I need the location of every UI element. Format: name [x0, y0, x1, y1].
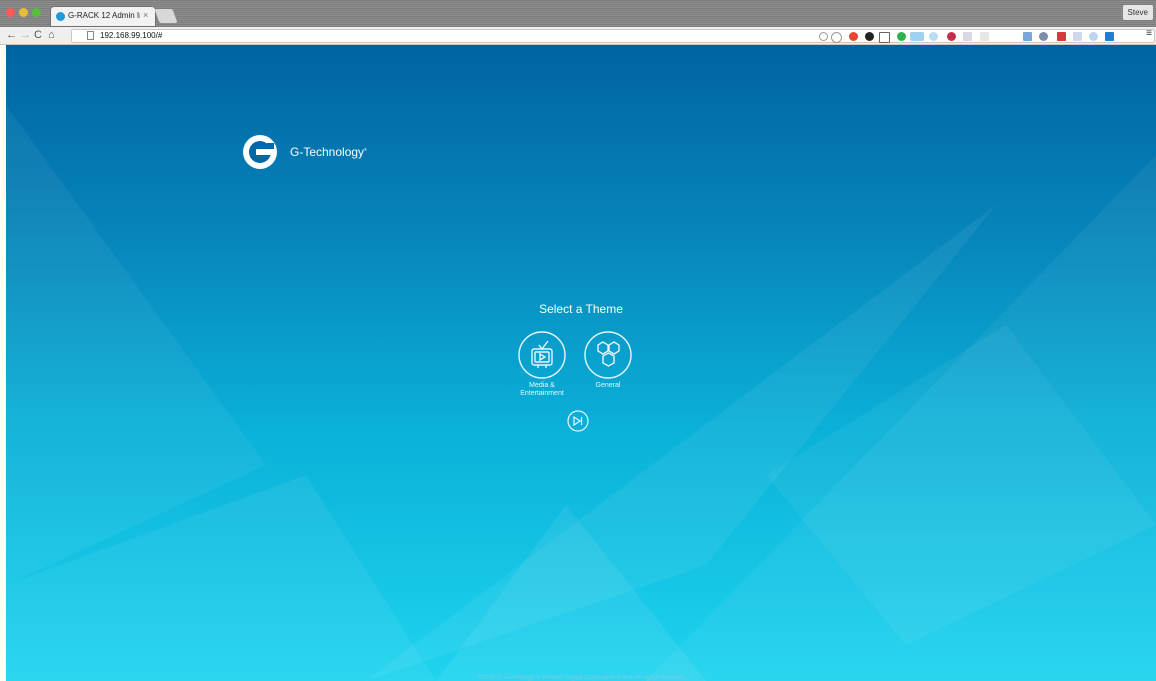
extension-d-icon[interactable]	[1105, 32, 1114, 41]
extension-cast-icon[interactable]	[879, 32, 890, 43]
registered-mark: ®	[364, 147, 367, 152]
url-text: 192.168.99.100/#	[100, 31, 163, 40]
extension-opera-icon[interactable]	[849, 32, 858, 41]
extension-sa-icon[interactable]	[910, 32, 924, 41]
extension-grey-icon[interactable]	[963, 32, 972, 41]
skip-button[interactable]	[567, 410, 589, 432]
tab-title: G-RACK 12 Admin Interfa	[68, 11, 140, 20]
bookmark-star-icon[interactable]	[831, 32, 842, 43]
extension-shield-icon[interactable]	[1039, 32, 1048, 41]
extension-light-icon[interactable]	[929, 32, 938, 41]
browser-toolbar: ← → C ⌂ 192.168.99.100/# ≡	[0, 27, 1156, 45]
theme-media-entertainment-button[interactable]	[518, 331, 566, 379]
extension-s-icon[interactable]	[1089, 32, 1098, 41]
theme-media-label-line1: Media &	[529, 382, 555, 389]
copyright-footer: ©2016 G-Technology, a Western Digital Co…	[477, 675, 685, 681]
forward-button[interactable]: →	[20, 28, 31, 43]
back-button[interactable]: ←	[6, 28, 17, 43]
key-icon[interactable]	[819, 32, 828, 41]
background-facets	[6, 105, 1156, 681]
brand-name: G-Technology®	[290, 145, 367, 159]
g-technology-logo-icon	[243, 135, 277, 169]
extension-globe-icon[interactable]	[947, 32, 956, 41]
page-title: Select a Theme	[539, 302, 623, 316]
home-button[interactable]: ⌂	[48, 28, 55, 43]
favicon-icon	[56, 12, 65, 21]
browser-tab[interactable]: G-RACK 12 Admin Interfa ×	[50, 6, 156, 27]
window-minimize-button[interactable]	[19, 8, 28, 17]
window-maximize-button[interactable]	[32, 8, 41, 17]
extension-faded-icon[interactable]	[980, 32, 989, 41]
window-close-button[interactable]	[6, 8, 15, 17]
theme-general-button[interactable]	[584, 331, 632, 379]
extension-blue-icon[interactable]	[1023, 32, 1032, 41]
brand-text: G-Technology	[290, 145, 365, 159]
extension-on-icon[interactable]	[1057, 32, 1066, 41]
extension-grammarly-icon[interactable]	[897, 32, 906, 41]
theme-media-label-line2: Entertainment	[520, 390, 564, 397]
extension-dark-icon[interactable]	[865, 32, 874, 41]
page-icon	[87, 31, 94, 40]
profile-button[interactable]: Steve	[1122, 5, 1153, 20]
new-tab-button[interactable]	[154, 9, 178, 23]
reload-button[interactable]: C	[34, 28, 42, 43]
address-bar[interactable]: 192.168.99.100/#	[71, 29, 1155, 43]
tab-close-icon[interactable]: ×	[143, 10, 148, 20]
browser-titlebar: G-RACK 12 Admin Interfa × Steve	[0, 0, 1156, 27]
skip-forward-icon	[573, 415, 583, 427]
browser-menu-icon[interactable]: ≡	[1146, 28, 1152, 39]
theme-media-label: Media & Entertainment	[506, 382, 578, 398]
tv-play-icon	[531, 340, 553, 368]
hexagons-icon	[597, 341, 620, 367]
extension-mail-icon[interactable]	[1073, 32, 1082, 41]
theme-selection-page: G-Technology® Select a Theme Media & Ent…	[6, 45, 1156, 681]
theme-general-label: General	[595, 382, 621, 389]
